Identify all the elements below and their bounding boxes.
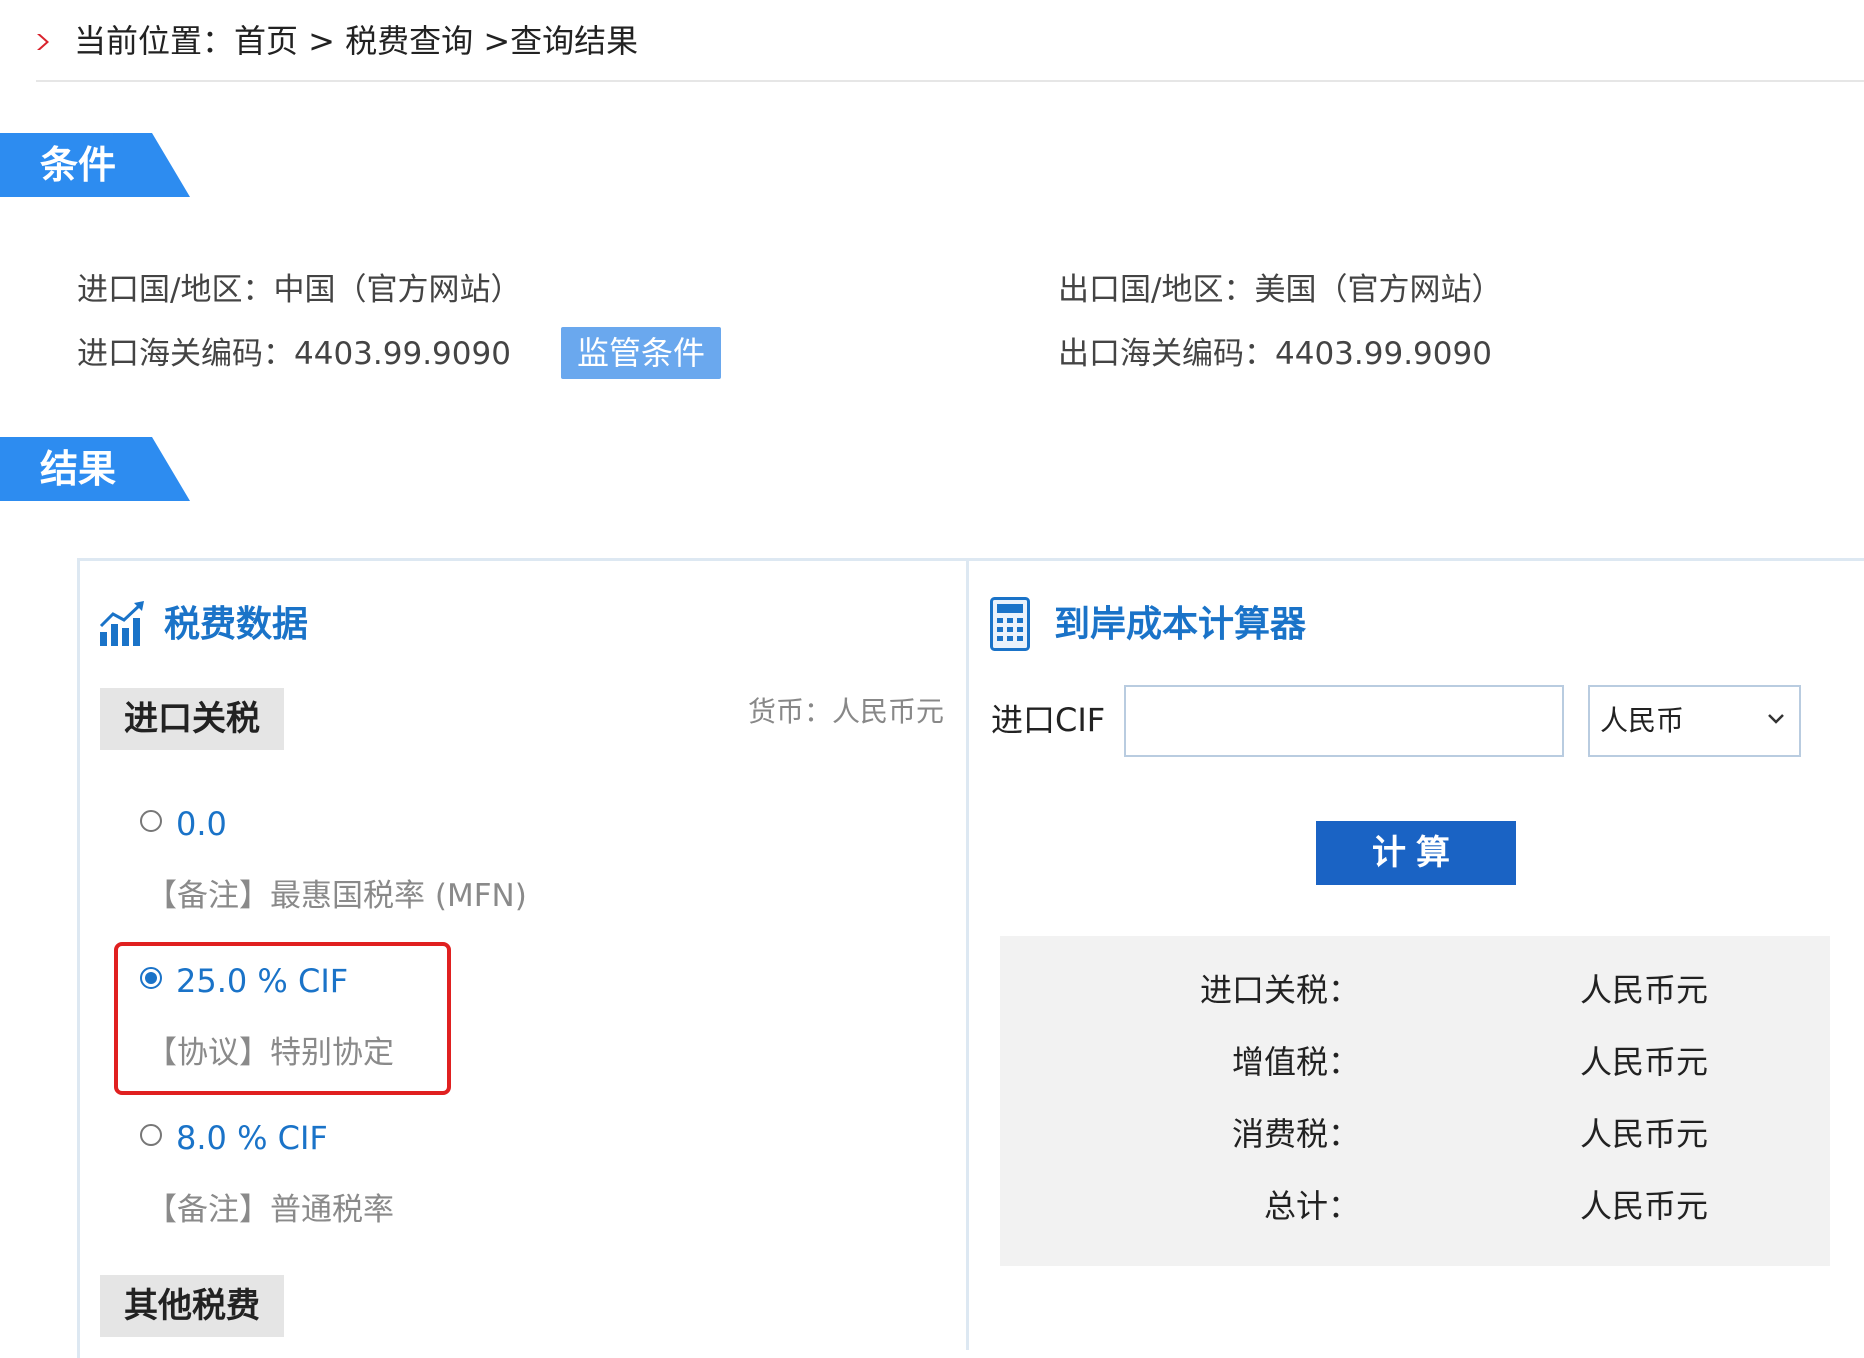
export-country: 出口国/地区：美国（官方网站）: [1058, 268, 1502, 312]
result-value-consumption-tax: 人民币元: [1580, 1115, 1709, 1153]
other-fees-tag: 其他税费: [100, 1275, 284, 1337]
result-label-consumption-tax: 消费税：: [1231, 1115, 1360, 1153]
cif-input[interactable]: [1124, 685, 1564, 757]
highlight-annotation-box: [114, 942, 451, 1095]
export-country-label: 出口国/地区：: [1058, 272, 1255, 308]
import-country: 进口国/地区：中国（官方网站）: [77, 268, 521, 312]
panel-divider: [966, 560, 969, 1350]
cif-label: 进口CIF: [991, 701, 1106, 739]
calculator-title: 到岸成本计算器: [1054, 604, 1307, 645]
export-code-label: 出口海关编码：: [1058, 336, 1275, 372]
rate-note-mfn: 【备注】最惠国税率 (MFN): [146, 878, 527, 914]
rate-label-general[interactable]: 8.0 % CIF: [176, 1116, 328, 1160]
currency-select[interactable]: 人民币: [1588, 685, 1801, 757]
import-code-value: 4403.99.9090: [294, 336, 511, 372]
result-label-vat: 增值税：: [1231, 1043, 1360, 1081]
result-value-total: 人民币元: [1580, 1187, 1709, 1225]
supervision-conditions-button[interactable]: 监管条件: [561, 327, 721, 379]
calculate-button[interactable]: 计算: [1316, 821, 1516, 885]
rate-radio-general[interactable]: [140, 1124, 162, 1146]
conditions-section-tab: 条件: [0, 133, 190, 197]
import-country-value[interactable]: 中国（官方网站）: [273, 272, 521, 308]
conditions-section-title: 条件: [40, 143, 117, 187]
export-code-value: 4403.99.9090: [1275, 336, 1492, 372]
tax-data-title: 税费数据: [164, 604, 309, 645]
results-section-tab: 结果: [0, 437, 190, 501]
result-label-total: 总计：: [1263, 1187, 1360, 1225]
breadcrumb: 当前位置：首页 > 税费查询 >查询结果: [74, 22, 639, 60]
result-label-import-duty: 进口关税：: [1199, 971, 1360, 1009]
result-value-vat: 人民币元: [1580, 1043, 1709, 1081]
export-code: 出口海关编码：4403.99.9090: [1058, 332, 1492, 376]
rate-note-general: 【备注】普通税率: [146, 1192, 394, 1228]
chart-trend-icon: [99, 601, 144, 646]
rate-label-mfn[interactable]: 0.0: [176, 802, 227, 846]
calculator-icon: [990, 597, 1030, 651]
breadcrumb-arrow-icon: [37, 34, 49, 50]
results-section-title: 结果: [40, 447, 117, 491]
import-code-label: 进口海关编码：: [77, 336, 294, 372]
result-value-import-duty: 人民币元: [1580, 971, 1709, 1009]
rate-radio-mfn[interactable]: [140, 810, 162, 832]
export-country-value[interactable]: 美国（官方网站）: [1254, 272, 1502, 308]
breadcrumb-divider: [36, 80, 1864, 82]
import-code: 进口海关编码：4403.99.9090: [77, 332, 511, 376]
import-duty-tag: 进口关税: [100, 688, 284, 750]
currency-select-value: 人民币: [1600, 704, 1685, 737]
currency-note: 货币：人民币元: [748, 695, 945, 728]
import-country-label: 进口国/地区：: [77, 272, 274, 308]
chevron-down-icon: [1768, 714, 1784, 724]
